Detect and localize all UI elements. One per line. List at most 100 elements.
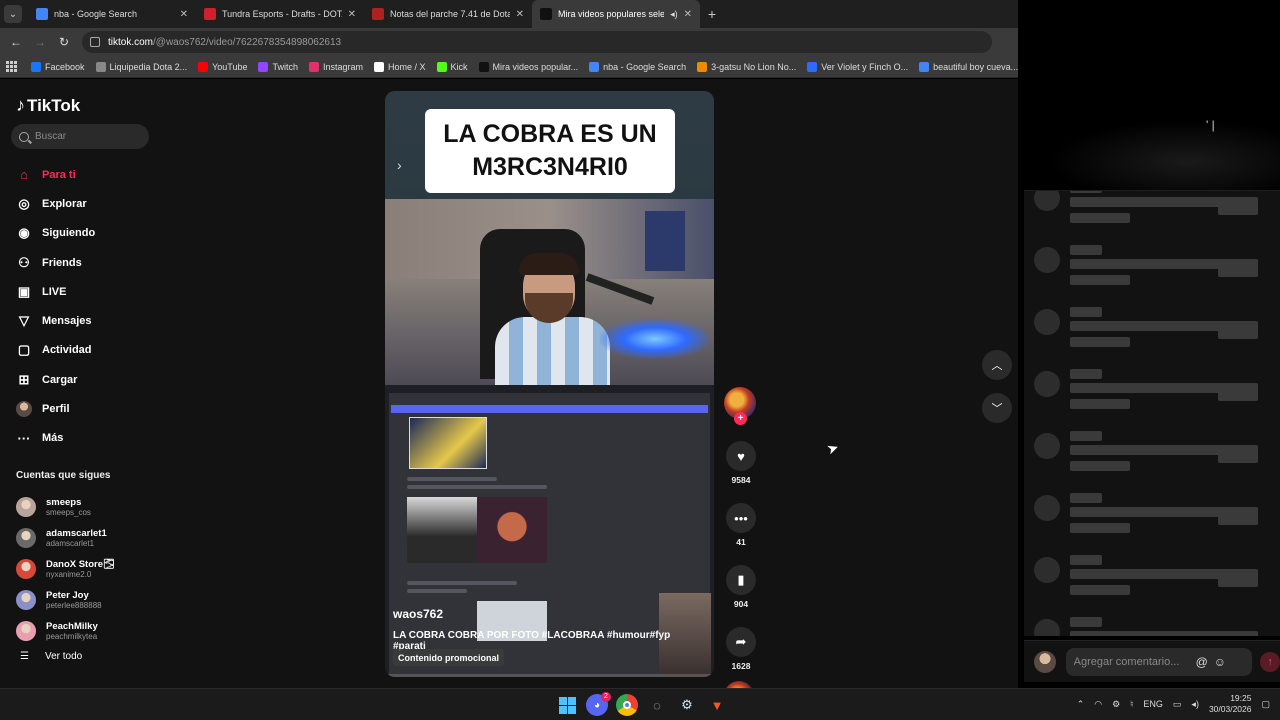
sidebar-item-más[interactable]: ··· Más (16, 424, 95, 453)
sidebar-item-siguiendo[interactable]: ◉ Siguiendo (16, 219, 95, 248)
following-account[interactable]: DanoX Store🌫 nyxanime2.0 (16, 553, 115, 584)
video-player[interactable]: LA COBRA ES UN M3RC3N4RI0 › waos762 LA C… (385, 91, 714, 677)
skeleton-avatar (1034, 371, 1060, 397)
comment-input[interactable] (1073, 655, 1190, 668)
sidebar-item-friends[interactable]: ⚇ Friends (16, 248, 95, 277)
skeleton-bar (1070, 461, 1130, 471)
sidebar-item-para-ti[interactable]: ⌂ Para ti (16, 160, 95, 189)
send-arrow-icon[interactable]: ↑ (1260, 651, 1280, 672)
sidebar-item-cargar[interactable]: ⊞ Cargar (16, 365, 95, 394)
sidebar-item-live[interactable]: ▣ LIVE (16, 277, 95, 306)
video-actions: + ♥ 9584 ••• 41 ▮ 904 ➦ 1628 (724, 387, 758, 711)
bookmark-item[interactable]: beautiful boy cueva... (919, 61, 1018, 72)
tab-close-icon[interactable]: ✕ (684, 9, 692, 20)
comment-icon[interactable]: ••• (726, 503, 756, 533)
share-action[interactable]: ➦ 1628 (724, 627, 758, 671)
back-button[interactable]: ← (4, 35, 28, 49)
mention-icon[interactable]: @ (1196, 655, 1208, 669)
following-account-text: PeachMilky peachmilkytea (46, 621, 98, 641)
follow-plus-icon[interactable]: + (734, 412, 747, 425)
bookmark-item[interactable]: Home / X (374, 61, 426, 72)
share-icon[interactable]: ➦ (726, 627, 756, 657)
new-tab-button[interactable]: + (700, 6, 724, 22)
video-nav-arrows: ︿ ﹀ (982, 350, 1012, 436)
clock[interactable]: 19:25 30/03/2026 (1209, 693, 1252, 715)
bookmark-item[interactable]: Mira videos popular... (478, 61, 578, 72)
bookmark-item[interactable]: Ver Violet y Finch O... (807, 61, 908, 72)
see-all-button[interactable]: ☰ Ver todo (20, 651, 82, 662)
steam-icon[interactable]: ⚙ (676, 694, 698, 716)
bookmark-item[interactable]: nba - Google Search (589, 61, 686, 72)
search-box[interactable] (11, 124, 149, 149)
tab-close-icon[interactable]: ✕ (180, 9, 188, 20)
following-account[interactable]: smeeps smeeps_cos (16, 491, 115, 522)
tab-close-icon[interactable]: ✕ (348, 9, 356, 20)
address-bar[interactable]: tiktok.com/@waos762/video/76226783548980… (82, 31, 992, 53)
skeleton-bar (1070, 493, 1102, 503)
tab-audio-icon[interactable]: ◂) (670, 9, 678, 20)
comment-field[interactable]: @ ☺ (1065, 647, 1253, 676)
chevron-up-icon[interactable]: ︿ (982, 350, 1012, 380)
clock-date: 30/03/2026 (1208, 704, 1252, 714)
bookmark-item[interactable]: YouTube (198, 61, 247, 72)
steam-tray-icon[interactable]: ⚙ (1112, 699, 1120, 710)
heart-icon[interactable]: ♥ (726, 441, 756, 471)
bookmark-item[interactable]: Instagram (308, 61, 363, 72)
bookmark-label: Home / X (388, 61, 426, 72)
language-indicator[interactable]: ENG (1143, 699, 1163, 709)
bookmark-label: Twitch (272, 61, 298, 72)
bookmark-favicon-icon (374, 61, 385, 72)
chrome-icon[interactable] (616, 694, 638, 716)
tab-close-icon[interactable]: ✕ (516, 9, 524, 20)
sidebar-item-actividad[interactable]: ▢ Actividad (16, 336, 95, 365)
discord-icon[interactable]: ◕ 2 (586, 692, 611, 716)
sidebar-item-explorar[interactable]: ◎ Explorar (16, 189, 95, 218)
obs-icon[interactable]: ◌ (646, 694, 668, 716)
creator-avatar[interactable]: + (724, 387, 756, 425)
brave-icon[interactable]: ▼ (706, 694, 728, 716)
reload-button[interactable]: ↻ (52, 35, 76, 49)
chevron-down-icon[interactable]: ﹀ (982, 393, 1012, 423)
headset-icon[interactable]: ◠ (1094, 699, 1102, 710)
like-action[interactable]: ♥ 9584 (724, 441, 758, 485)
windows-start-icon[interactable] (556, 694, 578, 716)
bookmark-favicon-icon (308, 61, 319, 72)
volume-icon[interactable]: ◂) (1191, 699, 1199, 710)
network-icon[interactable]: ▭ (1173, 699, 1182, 710)
browser-tab[interactable]: Tundra Esports - Drafts - DOTA ✕ (196, 0, 364, 28)
browser-tab[interactable]: nba - Google Search ✕ (28, 0, 196, 28)
notification-icon[interactable]: ▢ (1261, 699, 1270, 710)
bookmark-icon[interactable]: ▮ (726, 565, 756, 595)
avatar (16, 558, 36, 579)
tray-overflow-icon[interactable]: ⌃ (1077, 699, 1085, 710)
save-action[interactable]: ▮ 904 (724, 565, 758, 609)
video-username[interactable]: waos762 (393, 607, 693, 621)
bookmark-item[interactable]: Liquipedia Dota 2... (95, 61, 187, 72)
sidebar-item-mensajes[interactable]: ▽ Mensajes (16, 306, 95, 335)
microphone-icon[interactable]: ♮ (1130, 699, 1133, 710)
sidebar-item-perfil[interactable]: Perfil (16, 394, 95, 423)
following-account[interactable]: adamscarlet1 adamscarlet1 (16, 522, 115, 553)
browser-tab[interactable]: Mira videos populares selec ◂) ✕ (532, 0, 700, 28)
bookmark-item[interactable]: Twitch (258, 61, 298, 72)
bookmark-item[interactable]: Kick (436, 61, 468, 72)
following-account[interactable]: Peter Joy peterlee888888 (16, 584, 115, 615)
comment-action[interactable]: ••• 41 (724, 503, 758, 547)
browser-tab[interactable]: Notas del parche 7.41 de Dota ✕ (364, 0, 532, 28)
bookmark-item[interactable]: 3-gatsu No Lion No... (697, 61, 796, 72)
bookmark-item[interactable]: Facebook (31, 61, 85, 72)
video-progress-bar[interactable] (385, 674, 714, 677)
emoji-icon[interactable]: ☺ (1214, 655, 1226, 669)
forward-button[interactable]: → (28, 35, 52, 49)
comment-skeleton-row (1024, 551, 1280, 613)
tiktok-logo[interactable]: ♪ TikTok (16, 95, 80, 116)
site-info-icon[interactable] (90, 37, 100, 47)
sidebar-item-label: Cargar (42, 373, 78, 386)
video-title-line-1: LA COBRA ES UN (443, 120, 657, 148)
tab-search-button[interactable]: ⌄ (4, 5, 22, 23)
bookmark-favicon-icon (198, 61, 209, 72)
following-account[interactable]: PeachMilky peachmilkytea (16, 615, 115, 646)
search-input[interactable] (35, 131, 135, 142)
url-path: /@waos762/video/7622678354898062613 (153, 36, 342, 48)
apps-grid-icon[interactable] (6, 60, 17, 73)
